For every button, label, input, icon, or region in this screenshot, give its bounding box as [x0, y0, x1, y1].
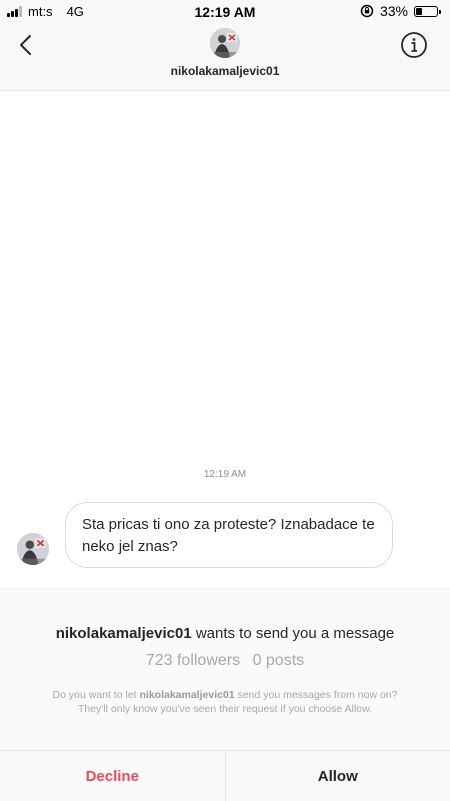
- decline-button[interactable]: Decline: [0, 751, 226, 801]
- message-timestamp: 12:19 AM: [0, 469, 450, 480]
- request-note-prefix: Do you want to let: [53, 689, 137, 701]
- followers-count: 723 followers: [146, 652, 240, 669]
- rotation-lock-icon: [360, 4, 374, 18]
- info-icon[interactable]: [400, 31, 428, 59]
- allow-button[interactable]: Allow: [226, 751, 450, 801]
- request-note-username: nikolakamaljevic01: [139, 689, 234, 701]
- request-note: Do you want to let nikolakamaljevic01 se…: [38, 688, 412, 716]
- message-bubble[interactable]: Sta pricas ti ono za proteste? Iznabadac…: [65, 502, 393, 568]
- battery-icon: [414, 6, 438, 17]
- status-right: 33%: [360, 3, 438, 19]
- request-stats: 723 followers 0 posts: [0, 652, 450, 670]
- request-username[interactable]: nikolakamaljevic01: [56, 625, 192, 642]
- message-thread[interactable]: 12:19 AM Sta pricas ti ono za proteste? …: [0, 91, 450, 588]
- request-title: nikolakamaljevic01 wants to send you a m…: [0, 625, 450, 642]
- request-actions: Decline Allow: [0, 750, 450, 801]
- status-bar: mt:s 4G 12:19 AM 33%: [0, 0, 450, 22]
- sender-avatar-image: [17, 533, 49, 565]
- sender-avatar[interactable]: [17, 533, 49, 565]
- message-request-panel: nikolakamaljevic01 wants to send you a m…: [0, 588, 450, 751]
- back-button[interactable]: [14, 32, 40, 58]
- avatar-image: [210, 28, 240, 58]
- avatar[interactable]: [210, 28, 240, 58]
- battery-percent: 33%: [380, 3, 408, 19]
- battery-level: [416, 8, 422, 15]
- chat-header: nikolakamaljevic01: [0, 22, 450, 91]
- request-title-suffix: wants to send you a message: [196, 625, 394, 642]
- posts-count: 0 posts: [253, 652, 305, 669]
- header-username[interactable]: nikolakamaljevic01: [0, 64, 450, 78]
